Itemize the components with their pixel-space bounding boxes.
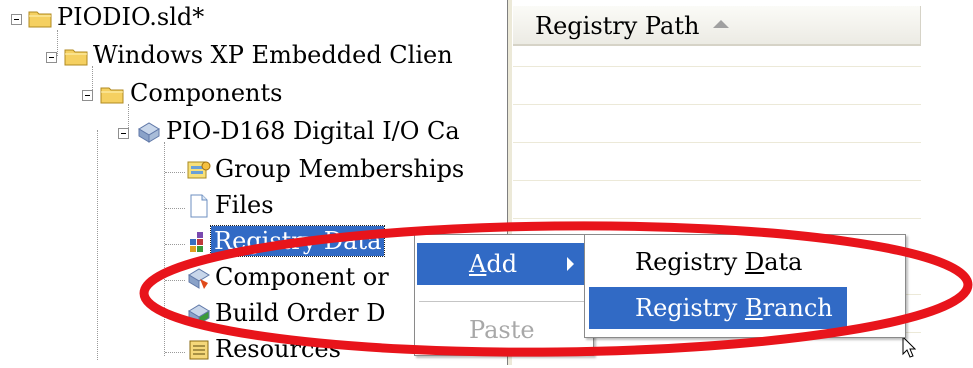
add-submenu: Registry Data Registry Branch xyxy=(584,234,906,338)
list-row-divider xyxy=(513,218,921,219)
menu-item-paste[interactable]: Paste xyxy=(417,309,591,351)
tree-label[interactable]: PIODIO.sld* xyxy=(54,2,207,32)
tree-label[interactable]: Files xyxy=(212,190,277,220)
menu-item-registry-data-rest: ata xyxy=(764,248,803,276)
resources-icon xyxy=(188,339,212,361)
list-row-divider xyxy=(513,142,921,143)
list-row-divider xyxy=(513,180,921,181)
tree-line xyxy=(57,30,58,56)
tree-line xyxy=(165,316,185,317)
component-icon xyxy=(136,120,160,143)
file-icon xyxy=(188,194,212,218)
folder-icon xyxy=(100,83,124,105)
folder-icon xyxy=(64,45,88,67)
collapse-toggle[interactable] xyxy=(46,52,57,63)
menu-item-registry-branch-mnemonic: B xyxy=(744,294,763,322)
context-menu: Add Paste xyxy=(414,234,594,356)
menu-item-add[interactable]: Add xyxy=(417,243,591,285)
menu-item-registry-branch-rest: ranch xyxy=(762,294,833,322)
list-row-divider xyxy=(513,104,921,105)
tree-label[interactable]: Component or xyxy=(212,262,392,292)
tree-label[interactable]: Group Memberships xyxy=(212,154,467,184)
tree-label[interactable]: PIO-D168 Digital I/O Ca xyxy=(163,116,463,146)
tree-line xyxy=(165,352,185,353)
menu-separator xyxy=(419,301,589,303)
tree-label[interactable]: Build Order D xyxy=(212,298,389,328)
tree-line xyxy=(165,172,185,173)
tree-line xyxy=(165,208,185,209)
menu-item-registry-data-mnemonic: D xyxy=(744,248,765,276)
build-order-icon xyxy=(186,302,210,325)
column-header-label: Registry Path xyxy=(535,12,700,40)
tree-label[interactable]: Windows XP Embedded Clien xyxy=(90,40,456,70)
collapse-toggle[interactable] xyxy=(118,128,129,139)
component-dependency-icon xyxy=(186,266,210,289)
submenu-arrow-icon xyxy=(567,257,574,271)
collapse-toggle[interactable] xyxy=(11,14,22,25)
group-memberships-icon xyxy=(186,158,211,180)
folder-icon xyxy=(28,7,52,29)
tree-line xyxy=(164,142,165,356)
menu-item-registry-data[interactable]: Registry Data xyxy=(587,241,903,283)
tree-line xyxy=(165,280,185,281)
tree-label[interactable]: Components xyxy=(127,78,285,108)
collapse-toggle[interactable] xyxy=(82,90,93,101)
sort-ascending-icon xyxy=(713,20,729,28)
tree-line xyxy=(165,244,185,245)
column-header-registry-path[interactable]: Registry Path xyxy=(513,6,921,46)
menu-item-add-mnemonic: A xyxy=(469,250,487,278)
menu-item-registry-branch[interactable]: Registry Branch xyxy=(589,287,847,329)
arrow-cursor-icon xyxy=(902,336,916,358)
menu-item-add-label: dd xyxy=(486,250,518,278)
menu-item-registry-data-prefix: Registry xyxy=(635,248,745,276)
list-row-divider xyxy=(513,66,921,67)
tree-label[interactable]: Resources xyxy=(212,334,344,364)
menu-item-registry-branch-prefix: Registry xyxy=(635,294,745,322)
tree-line xyxy=(97,130,98,360)
registry-icon xyxy=(188,231,212,253)
menu-item-paste-label: Paste xyxy=(469,316,535,344)
tree-label[interactable]: Registry Data xyxy=(209,225,386,257)
